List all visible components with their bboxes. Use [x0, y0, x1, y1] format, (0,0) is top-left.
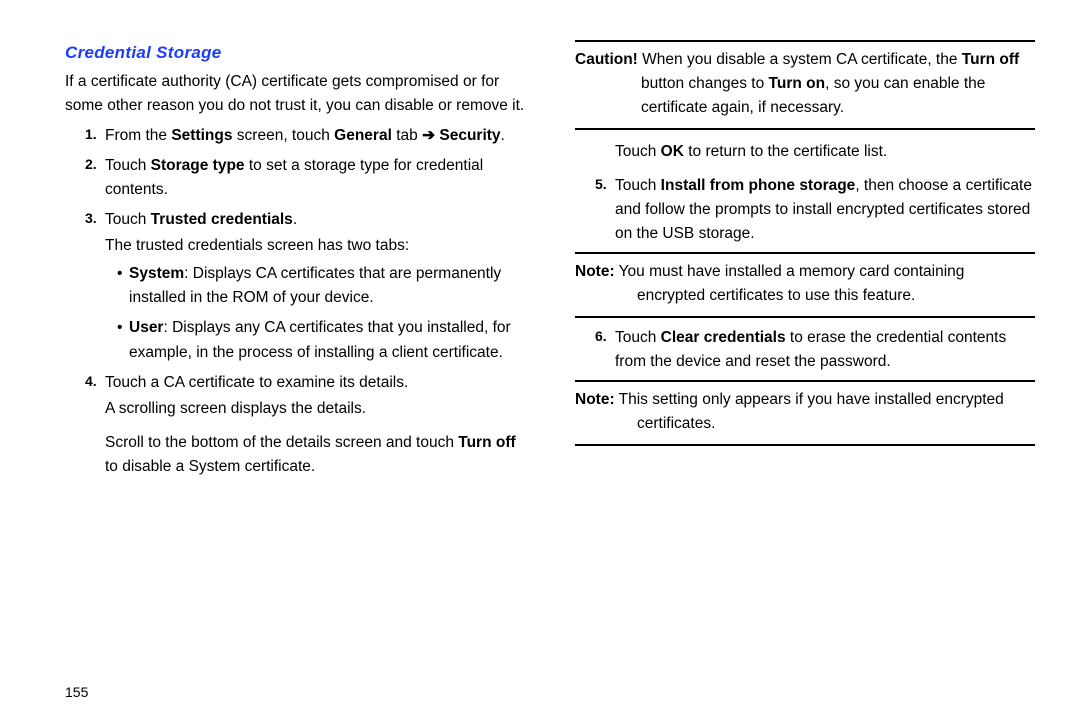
caution-text: Caution! When you disable a system CA ce… [575, 48, 1035, 120]
step-text: Touch Storage type to set a storage type… [105, 157, 483, 198]
step-number: 3. [85, 208, 97, 230]
step-4: 4. Touch a CA certificate to examine its… [85, 371, 525, 479]
bullet-user: User: Displays any CA certificates that … [117, 316, 525, 364]
section-heading: Credential Storage [65, 40, 525, 66]
step-number: 5. [595, 174, 607, 196]
note-text: Note: This setting only appears if you h… [575, 388, 1035, 436]
bullet-system: System: Displays CA certificates that ar… [117, 262, 525, 310]
document-page: Credential Storage If a certificate auth… [0, 0, 1080, 680]
caution-block: Caution! When you disable a system CA ce… [575, 40, 1035, 130]
step-3: 3. Touch Trusted credentials. The truste… [85, 208, 525, 364]
ok-instruction: Touch OK to return to the certificate li… [615, 140, 1035, 164]
step-subtext: The trusted credentials screen has two t… [105, 234, 525, 258]
left-column: Credential Storage If a certificate auth… [65, 40, 525, 680]
step-1: 1. From the Settings screen, touch Gener… [85, 124, 525, 148]
step-text: Touch a CA certificate to examine its de… [105, 374, 408, 391]
step-subtext: A scrolling screen displays the details. [105, 397, 525, 421]
steps-list-right-2: 6. Touch Clear credentials to erase the … [575, 326, 1035, 374]
step-subtext: Scroll to the bottom of the details scre… [105, 431, 525, 479]
step-5: 5. Touch Install from phone storage, the… [595, 174, 1035, 246]
step-number: 4. [85, 371, 97, 393]
note-block-2: Note: This setting only appears if you h… [575, 380, 1035, 446]
steps-list-right: 5. Touch Install from phone storage, the… [575, 174, 1035, 246]
step-number: 6. [595, 326, 607, 348]
note-text: Note: You must have installed a memory c… [575, 260, 1035, 308]
bullet-list: System: Displays CA certificates that ar… [105, 262, 525, 364]
step-text: Touch Clear credentials to erase the cre… [615, 329, 1006, 370]
page-number: 155 [65, 684, 88, 700]
right-column: Caution! When you disable a system CA ce… [575, 40, 1035, 680]
step-text: From the Settings screen, touch General … [105, 127, 505, 144]
step-text: Touch Trusted credentials. [105, 211, 297, 228]
step-6: 6. Touch Clear credentials to erase the … [595, 326, 1035, 374]
step-number: 2. [85, 154, 97, 176]
step-text: Touch Install from phone storage, then c… [615, 177, 1032, 242]
note-block: Note: You must have installed a memory c… [575, 252, 1035, 318]
step-number: 1. [85, 124, 97, 146]
steps-list: 1. From the Settings screen, touch Gener… [65, 124, 525, 478]
step-2: 2. Touch Storage type to set a storage t… [85, 154, 525, 202]
arrow-icon: ➔ [422, 127, 435, 144]
intro-paragraph: If a certificate authority (CA) certific… [65, 70, 525, 118]
